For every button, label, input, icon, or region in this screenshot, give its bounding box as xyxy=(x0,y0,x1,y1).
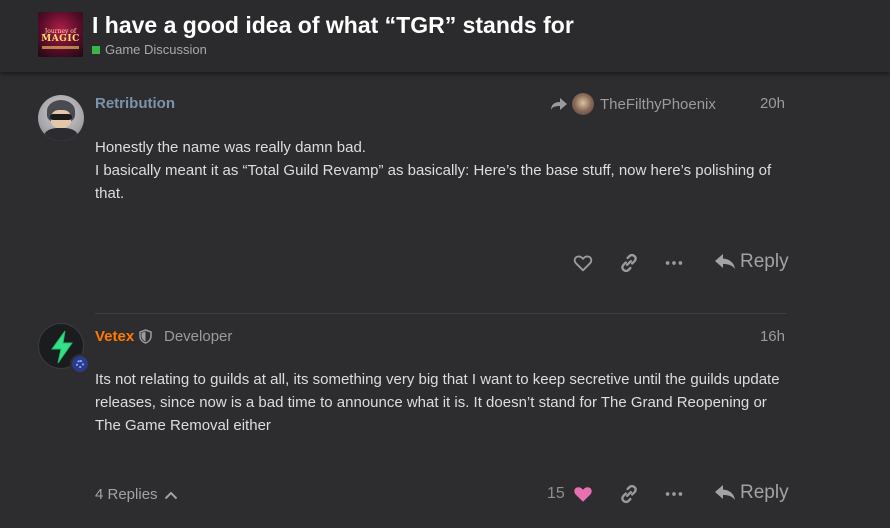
replies-count-label: 4 Replies xyxy=(95,486,158,503)
reply-button[interactable]: Reply xyxy=(714,482,789,504)
reply-to-tab[interactable]: TheFilthyPhoenix xyxy=(550,93,716,115)
link-icon[interactable] xyxy=(618,252,640,274)
reply-arrow-icon xyxy=(715,254,735,269)
category-color-square xyxy=(92,45,100,54)
logo-underline xyxy=(42,46,79,49)
post-paragraph: Honestly the name was really damn bad. xyxy=(95,139,366,156)
category-label: Game Discussion xyxy=(105,42,207,57)
post-retribution: Retribution TheFilthyPhoenix 20h Honestl… xyxy=(0,85,890,298)
reply-to-avatar xyxy=(572,93,594,115)
link-icon[interactable] xyxy=(618,483,640,505)
like-count[interactable]: 15 xyxy=(547,485,565,503)
user-flair-badge[interactable] xyxy=(70,354,90,374)
post-body: Honestly the name was really damn bad. I… xyxy=(95,136,795,205)
heart-icon[interactable] xyxy=(572,252,594,274)
post-vetex: Vetex Developer 16h Its not relating to … xyxy=(0,313,890,528)
more-options-icon[interactable] xyxy=(663,483,685,505)
chevron-up-icon xyxy=(164,491,177,499)
reply-arrow-icon xyxy=(715,485,735,500)
show-replies-button[interactable]: 4 Replies xyxy=(95,486,178,503)
site-logo[interactable]: Journey of MAGIC xyxy=(38,12,83,57)
more-options-icon[interactable] xyxy=(663,252,685,274)
reply-label: Reply xyxy=(740,482,789,503)
post-actions: Reply xyxy=(0,249,890,279)
reply-button[interactable]: Reply xyxy=(714,251,789,273)
post-body: Its not relating to guilds at all, its s… xyxy=(95,368,795,437)
topic-header: Journey of MAGIC I have a good idea of w… xyxy=(0,0,890,72)
topic-title[interactable]: I have a good idea of what “TGR” stands … xyxy=(92,12,574,39)
heart-filled-icon[interactable] xyxy=(572,483,594,505)
user-title: Developer xyxy=(164,328,233,345)
category-badge[interactable]: Game Discussion xyxy=(92,42,207,57)
post-date[interactable]: 16h xyxy=(760,328,785,345)
post-date[interactable]: 20h xyxy=(760,95,785,112)
post-username[interactable]: Retribution xyxy=(95,95,175,112)
post-actions: 4 Replies 15 Reply xyxy=(0,480,890,510)
reply-to-username: TheFilthyPhoenix xyxy=(600,95,716,113)
avatar[interactable] xyxy=(38,95,84,141)
reply-label: Reply xyxy=(740,251,789,272)
post-paragraph: Its not relating to guilds at all, its s… xyxy=(95,371,780,434)
reply-to-arrow-icon xyxy=(551,98,567,110)
post-paragraph: I basically meant it as “Total Guild Rev… xyxy=(95,162,772,202)
logo-text-main: MAGIC xyxy=(41,34,80,44)
post-username[interactable]: Vetex xyxy=(95,328,134,345)
moderator-shield-icon xyxy=(139,329,152,344)
